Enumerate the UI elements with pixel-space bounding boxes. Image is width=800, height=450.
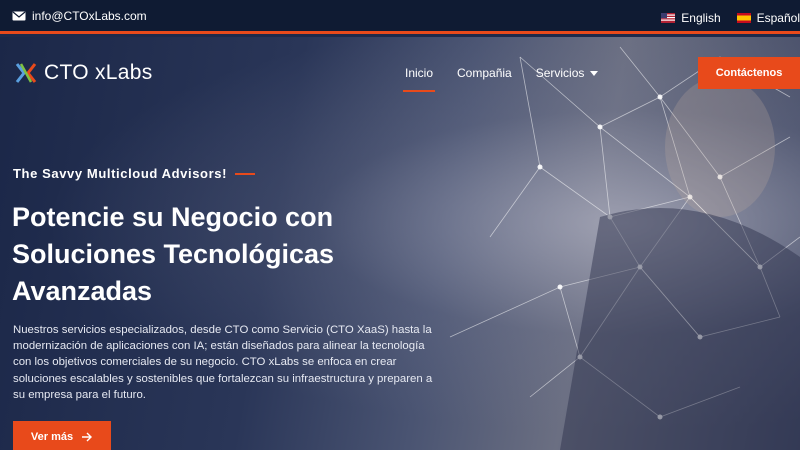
see-more-button[interactable]: Ver más [13,421,111,450]
nav-item-label: Inicio [405,66,434,80]
nav-item-servicios[interactable]: Servicios [536,66,599,92]
us-flag-icon [661,13,676,23]
contact-button[interactable]: Contáctenos [698,57,800,89]
email-link[interactable]: info@CTOxLabs.com [12,9,147,23]
language-english-label: English [681,11,721,25]
main-navbar: CTO xLabs Inicio Compañia Servicios [0,37,800,92]
brand-logo[interactable]: CTO xLabs [14,61,153,85]
hero-headline: Potencie su Negocio con Soluciones Tecno… [12,202,335,306]
language-spanish[interactable]: Español [736,11,800,25]
hero-tagline: The Savvy Multicloud Advisors! [13,166,256,181]
hero-description: Nuestros servicios especializados, desde… [13,324,433,401]
nav-item-inicio[interactable]: Inicio [402,66,436,92]
language-spanish-label: Español [756,11,800,25]
tagline-text: The Savvy Multicloud Advisors! [13,166,228,181]
chevron-down-icon [590,70,599,76]
email-text: info@CTOxLabs.com [32,9,147,23]
x-logo-icon [15,63,37,83]
nav-menu: Inicio Compañia Servicios [402,66,599,92]
envelope-icon [12,11,26,21]
arrow-right-icon [82,432,93,442]
spain-flag-icon [736,13,751,23]
language-switcher: English Español [661,11,800,25]
top-contact-bar: info@CTOxLabs.com English Español [0,0,800,34]
see-more-label: Ver más [30,431,74,443]
nav-item-label: Servicios [535,66,585,80]
brand-name: CTO xLabs [44,61,153,84]
language-english[interactable]: English [661,11,721,25]
nav-item-label: Compañia [457,66,512,80]
nav-item-compania[interactable]: Compañia [457,66,512,92]
tagline-accent-line [235,172,256,175]
